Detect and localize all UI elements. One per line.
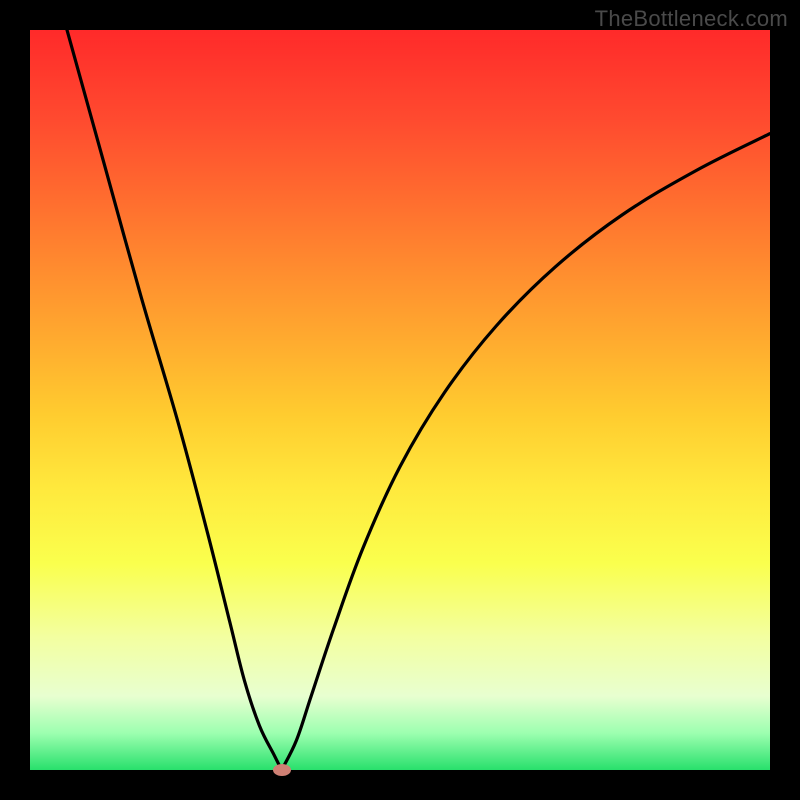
watermark-text: TheBottleneck.com (595, 6, 788, 32)
plot-area (30, 30, 770, 770)
minimum-marker (273, 764, 291, 776)
right-branch-path (282, 134, 770, 770)
bottleneck-curve (30, 30, 770, 770)
chart-frame: TheBottleneck.com (0, 0, 800, 800)
left-branch-path (67, 30, 282, 770)
